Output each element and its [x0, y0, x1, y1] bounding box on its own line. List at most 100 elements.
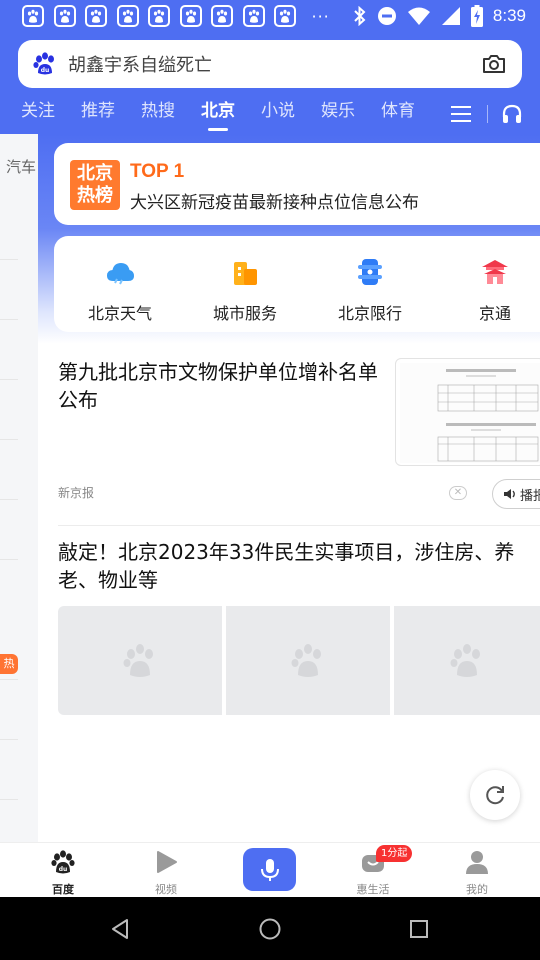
feed-divider — [58, 525, 540, 526]
side-panel-label: 汽车 — [6, 158, 37, 176]
search-input[interactable]: 胡鑫宇系自缢死亡 — [68, 51, 480, 77]
hot-list-logo-line2: 热榜 — [77, 185, 113, 206]
wifi-icon — [407, 7, 430, 25]
bottom-navigation: du 百度 视频 惠生活 1分起 我的 — [0, 842, 540, 897]
do-not-disturb-icon — [377, 7, 396, 25]
baidu-paw-icon: du — [33, 52, 54, 75]
user-icon — [466, 851, 488, 874]
voice-search-button[interactable] — [243, 848, 296, 891]
tab-recommend[interactable]: 推荐 — [68, 94, 128, 134]
building-icon — [234, 262, 257, 285]
pavilion-icon — [482, 260, 508, 284]
refresh-icon — [486, 786, 504, 805]
baidu-notification-icon — [242, 5, 265, 27]
hot-list-logo-line1: 北京 — [77, 163, 113, 184]
svg-text:du: du — [59, 866, 68, 873]
baidu-notification-icon — [116, 5, 139, 27]
nav-baidu[interactable]: du 百度 — [23, 849, 103, 897]
side-divider — [0, 259, 18, 260]
nav-video[interactable]: 视频 — [126, 849, 206, 897]
traffic-icon — [358, 259, 382, 285]
service-beijing-weather[interactable]: 北京天气 — [70, 256, 170, 324]
news-source: 新京报 — [58, 486, 95, 500]
service-label: 城市服务 — [212, 304, 277, 323]
baidu-paw-icon — [450, 643, 480, 677]
nav-label: 百度 — [52, 883, 74, 896]
beijing-hot-list-card[interactable]: 北京 热榜 TOP 1 大兴区新冠疫苗最新接种点位信息公布 — [54, 143, 540, 225]
tab-entertainment[interactable]: 娱乐 — [308, 94, 368, 134]
tab-novel[interactable]: 小说 — [248, 94, 308, 134]
baidu-notification-icon — [85, 5, 107, 27]
nav-mine[interactable]: 我的 — [437, 849, 517, 897]
service-label: 北京限行 — [337, 304, 402, 323]
hot-list-logo: 北京 热榜 — [70, 160, 120, 210]
baidu-notification-icon — [179, 5, 202, 27]
side-divider — [0, 319, 18, 320]
video-icon — [157, 851, 177, 873]
tab-follow[interactable]: 关注 — [8, 94, 68, 134]
bluetooth-icon — [354, 6, 366, 26]
baidu-paw-icon — [291, 643, 321, 677]
more-notifications-indicator: ··· — [311, 6, 330, 26]
service-city-services[interactable]: 城市服务 — [195, 256, 295, 324]
baidu-notification-icon — [22, 5, 44, 27]
status-bar: ··· 8:39 — [0, 0, 540, 32]
promo-badge: 1分起 — [376, 845, 413, 862]
headset-icon[interactable] — [500, 102, 524, 126]
svg-text:du: du — [41, 67, 50, 74]
news-image-placeholder[interactable] — [58, 606, 222, 715]
tab-divider — [487, 105, 488, 123]
back-icon[interactable] — [108, 917, 132, 941]
play-audio-button[interactable]: 播报 — [492, 479, 540, 509]
baidu-paw-icon — [123, 643, 153, 677]
baidu-notification-icon — [53, 5, 76, 27]
side-divider — [0, 739, 18, 740]
home-icon[interactable] — [258, 917, 282, 941]
side-panel-peek[interactable]: 汽车 热 — [0, 134, 38, 842]
refresh-button[interactable] — [470, 770, 520, 820]
side-divider — [0, 559, 18, 560]
tab-beijing[interactable]: 北京 — [188, 94, 248, 134]
service-label: 北京天气 — [87, 304, 152, 323]
nav-label: 视频 — [155, 883, 177, 896]
clock: 8:39 — [492, 6, 526, 25]
side-divider — [0, 439, 18, 440]
hot-rank-label: TOP 1 — [130, 161, 185, 182]
tab-sports[interactable]: 体育 — [368, 94, 428, 134]
service-beijing-traffic-restriction[interactable]: 北京限行 — [320, 256, 420, 324]
news-headline[interactable]: 第九批北京市文物保护单位增补名单公布 — [58, 358, 388, 414]
speaker-icon — [504, 489, 515, 499]
news-thumbnail[interactable] — [395, 358, 540, 466]
cloud-icon — [107, 263, 134, 285]
side-divider — [0, 679, 18, 680]
baidu-paw-icon: du — [51, 850, 75, 874]
service-jingtong[interactable]: 京通 — [445, 256, 540, 324]
camera-icon[interactable] — [480, 50, 508, 78]
recents-icon[interactable] — [407, 917, 431, 941]
nav-label: 惠生活 — [356, 883, 390, 896]
side-divider — [0, 379, 18, 380]
side-divider — [0, 499, 18, 500]
battery-charging-icon — [470, 5, 483, 27]
app-header: du 胡鑫宇系自缢死亡 关注 推荐 热搜 北京 小说 娱乐 体育 — [0, 32, 540, 134]
status-icons: 8:39 — [353, 5, 526, 27]
signal-icon — [441, 7, 460, 25]
news-headline[interactable]: 敲定！北京2023年33件民生实事项目，涉住房、养老、物业等 — [58, 538, 538, 594]
play-audio-label: 播报 — [520, 488, 540, 504]
baidu-notification-icon — [274, 5, 296, 27]
baidu-notification-icon — [148, 5, 170, 27]
notification-icons — [22, 5, 306, 27]
city-services-card: 北京天气 城市服务 北京限行 京通 — [54, 236, 540, 332]
system-navigation-bar — [0, 897, 540, 960]
baidu-notification-icon — [211, 5, 233, 27]
hot-list-headline[interactable]: 大兴区新冠疫苗最新接种点位信息公布 — [130, 188, 419, 213]
hot-badge: 热 — [0, 654, 18, 674]
search-box[interactable]: du 胡鑫宇系自缢死亡 — [18, 40, 522, 88]
mic-icon — [260, 858, 279, 881]
news-image-placeholder[interactable] — [226, 606, 390, 715]
dismiss-icon[interactable]: ✕ — [449, 486, 467, 500]
channel-tabs: 关注 推荐 热搜 北京 小说 娱乐 体育 — [0, 94, 540, 134]
tab-hot-search[interactable]: 热搜 — [128, 94, 188, 134]
menu-icon[interactable] — [451, 104, 471, 124]
news-image-placeholder[interactable] — [394, 606, 540, 715]
